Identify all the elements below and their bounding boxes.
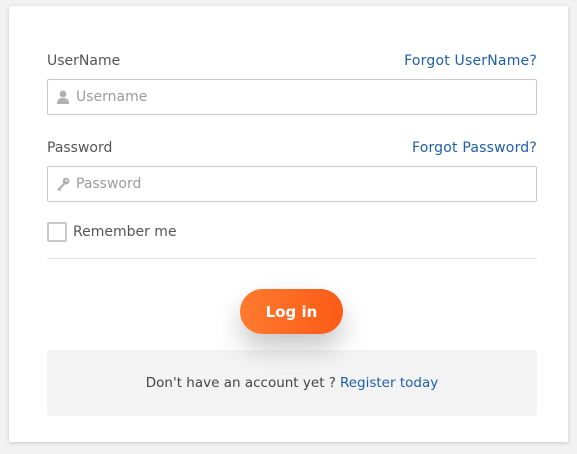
password-label: Password [47, 140, 113, 156]
remember-label: Remember me [73, 224, 177, 240]
login-card: UserName Forgot UserName? Password Forgo… [9, 6, 568, 442]
register-footer: Don't have an account yet ? Register tod… [47, 350, 537, 416]
username-label: UserName [47, 53, 121, 69]
password-field[interactable] [47, 166, 537, 202]
forgot-username-link[interactable]: Forgot UserName? [404, 53, 537, 69]
user-icon [56, 90, 70, 104]
register-prompt: Don't have an account yet ? [145, 375, 336, 391]
login-button[interactable]: Log in [240, 289, 343, 334]
key-icon [56, 177, 70, 191]
username-input[interactable] [76, 82, 536, 112]
password-label-row: Password Forgot Password? [47, 138, 537, 158]
forgot-password-link[interactable]: Forgot Password? [412, 140, 537, 156]
password-input[interactable] [76, 169, 536, 199]
username-label-row: UserName Forgot UserName? [47, 51, 537, 71]
remember-checkbox[interactable] [47, 222, 67, 242]
register-link[interactable]: Register today [340, 375, 438, 391]
divider [47, 258, 537, 259]
remember-me[interactable]: Remember me [47, 222, 177, 242]
username-field[interactable] [47, 79, 537, 115]
